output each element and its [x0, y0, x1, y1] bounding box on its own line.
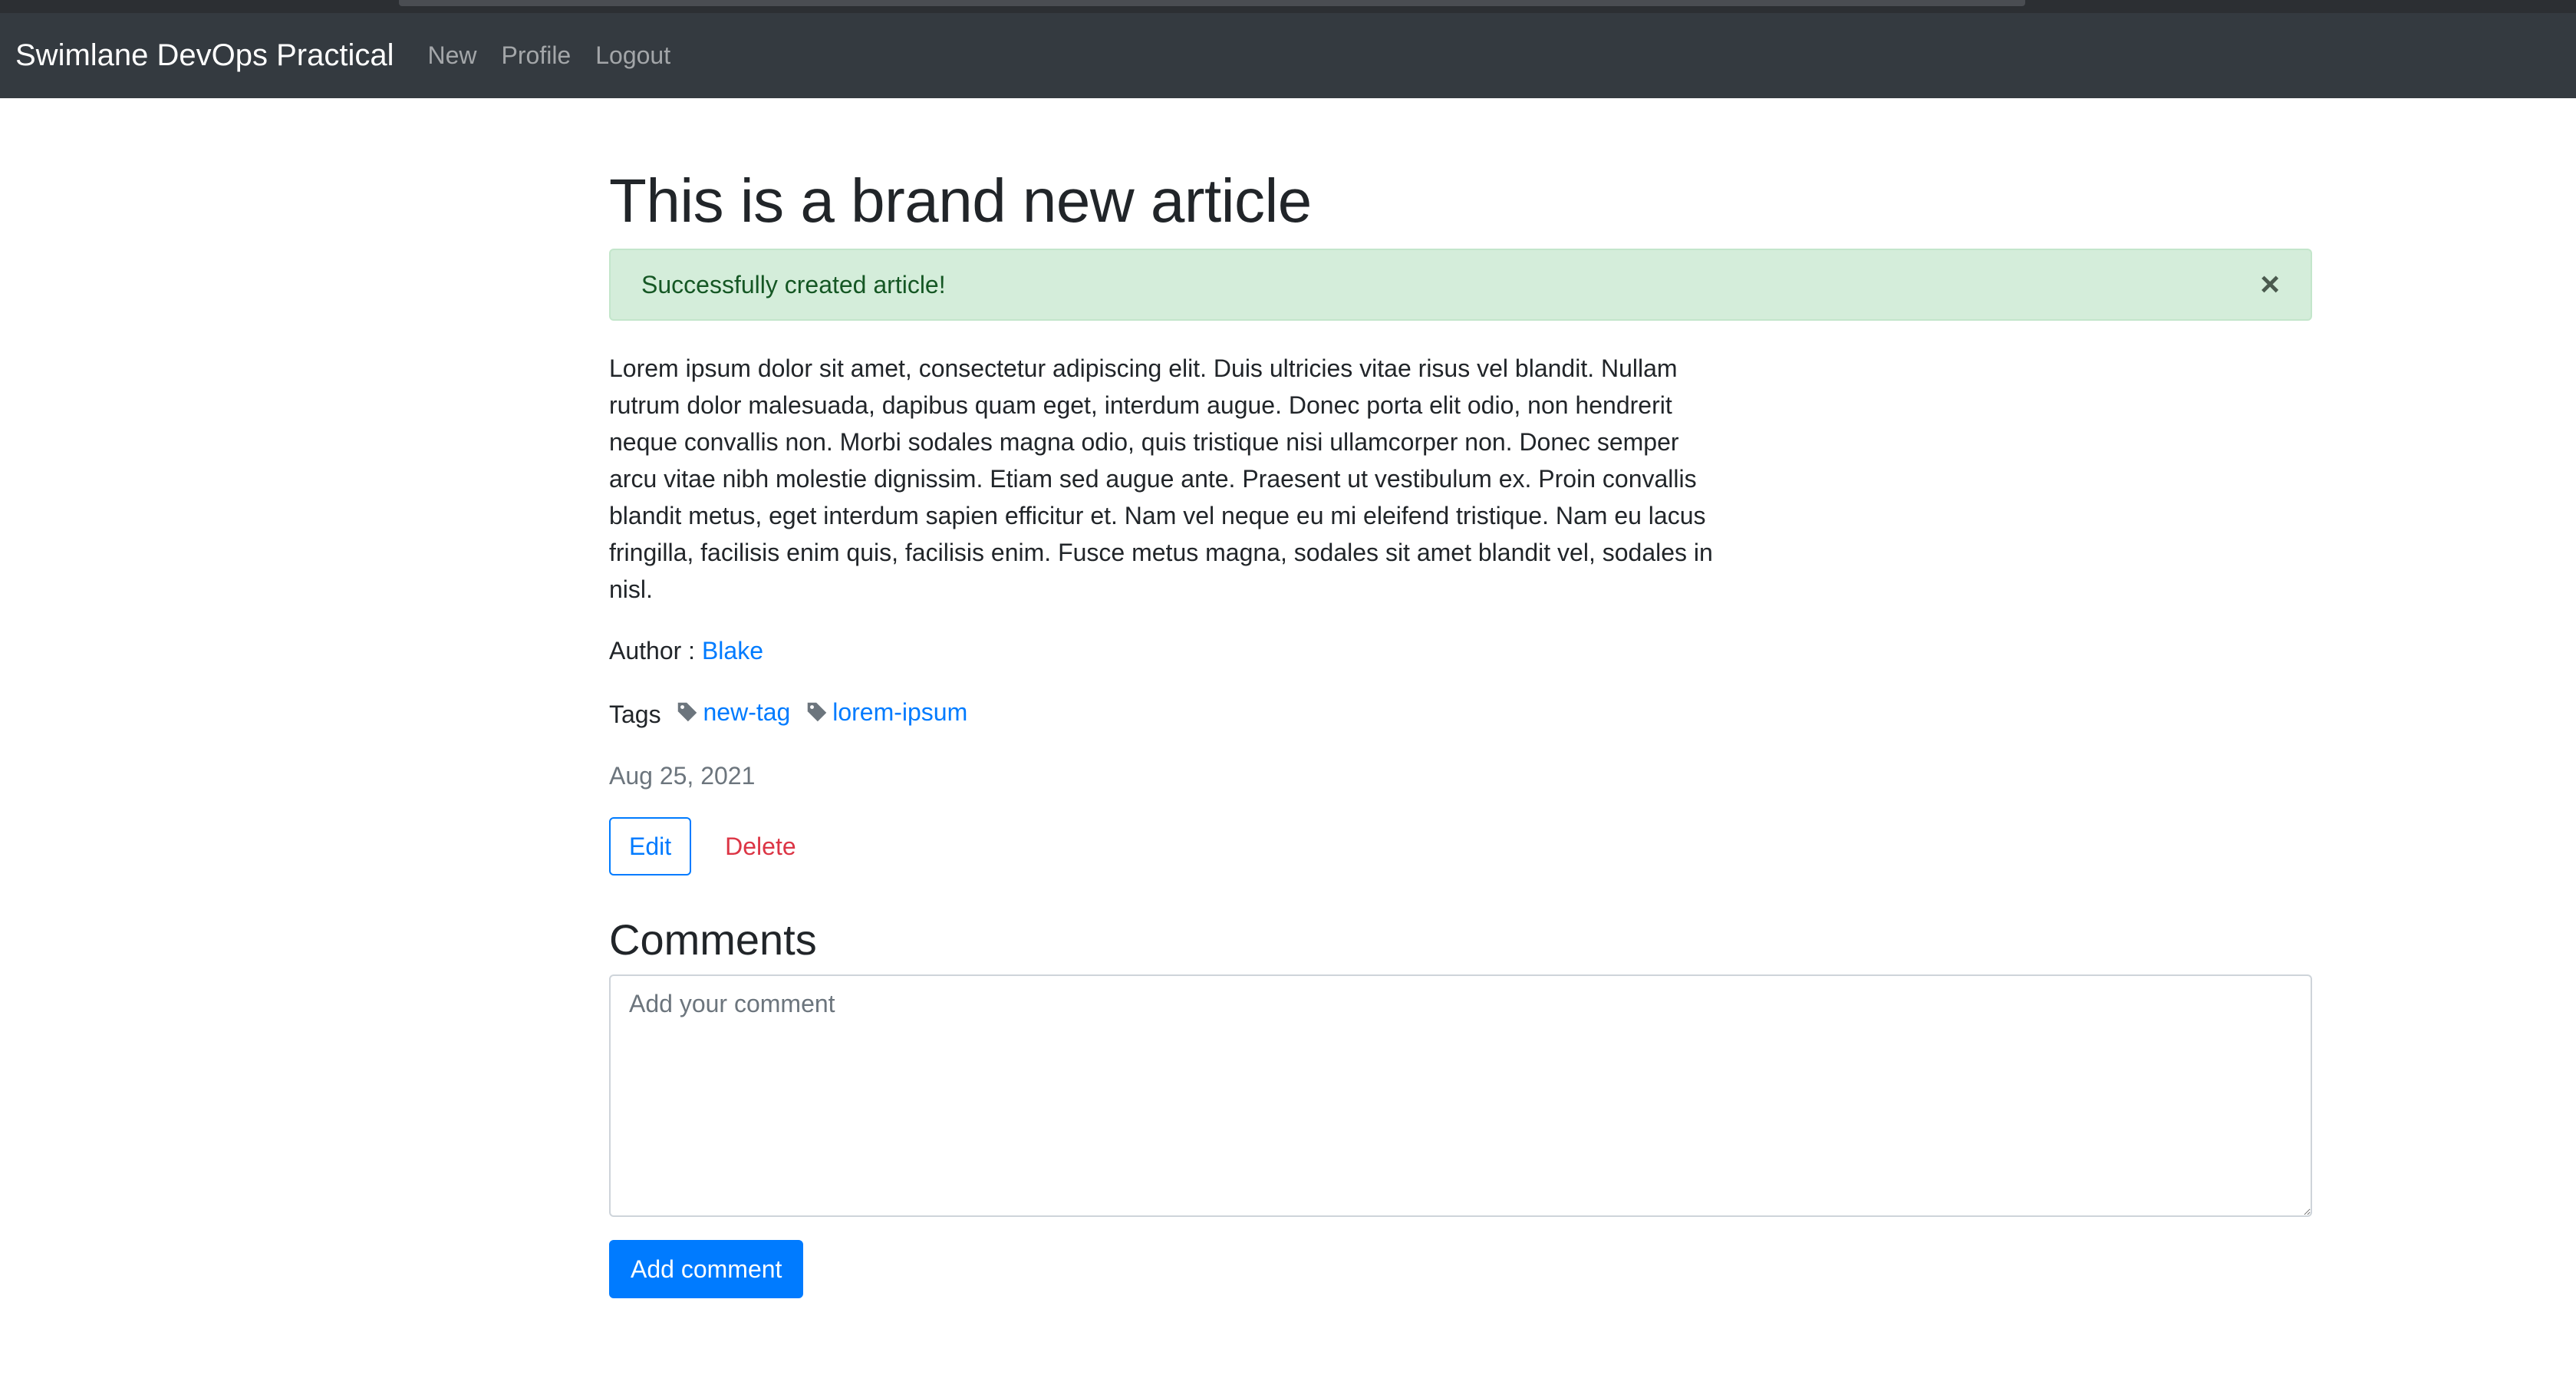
author-label: Author :: [609, 637, 696, 664]
nav-links: New Profile Logout: [416, 41, 684, 70]
navbar: Swimlane DevOps Practical New Profile Lo…: [0, 13, 2576, 98]
tag-link-new-tag[interactable]: new-tag: [703, 694, 790, 730]
tag-icon: [678, 702, 697, 722]
tag-item[interactable]: lorem-ipsum: [806, 694, 967, 730]
delete-button[interactable]: Delete: [707, 817, 815, 875]
close-icon[interactable]: ×: [2260, 268, 2280, 302]
nav-link-new[interactable]: New: [416, 41, 489, 70]
add-comment-button[interactable]: Add comment: [609, 1240, 804, 1299]
comments-heading: Comments: [609, 915, 817, 964]
browser-top-strip: [0, 0, 2576, 13]
article-body: Lorem ipsum dolor sit amet, consectetur …: [609, 354, 1713, 603]
tag-icon: [807, 702, 827, 722]
alert-message: Successfully created article!: [641, 270, 946, 298]
tag-item[interactable]: new-tag: [677, 694, 790, 730]
main-container: This is a brand new article Successfully…: [609, 98, 2312, 1299]
scrollbar-thumb[interactable]: [399, 0, 2025, 6]
author-row: Author : Blake: [609, 632, 2312, 669]
success-alert: Successfully created article! ×: [609, 249, 2312, 321]
brand-link[interactable]: Swimlane DevOps Practical: [15, 38, 394, 73]
nav-link-logout[interactable]: Logout: [583, 41, 683, 70]
tags-row: Tags new-tag lorem-ipsum: [609, 694, 2312, 733]
edit-button[interactable]: Edit: [609, 817, 692, 875]
article-date: Aug 25, 2021: [609, 762, 756, 790]
comment-textarea[interactable]: [609, 974, 2312, 1218]
article-actions: Edit Delete: [609, 817, 2312, 875]
nav-link-profile[interactable]: Profile: [489, 41, 584, 70]
article-title: This is a brand new article: [609, 167, 1312, 235]
tags-label: Tags: [609, 701, 661, 728]
tag-link-lorem-ipsum[interactable]: lorem-ipsum: [832, 694, 967, 730]
author-link[interactable]: Blake: [702, 637, 763, 664]
